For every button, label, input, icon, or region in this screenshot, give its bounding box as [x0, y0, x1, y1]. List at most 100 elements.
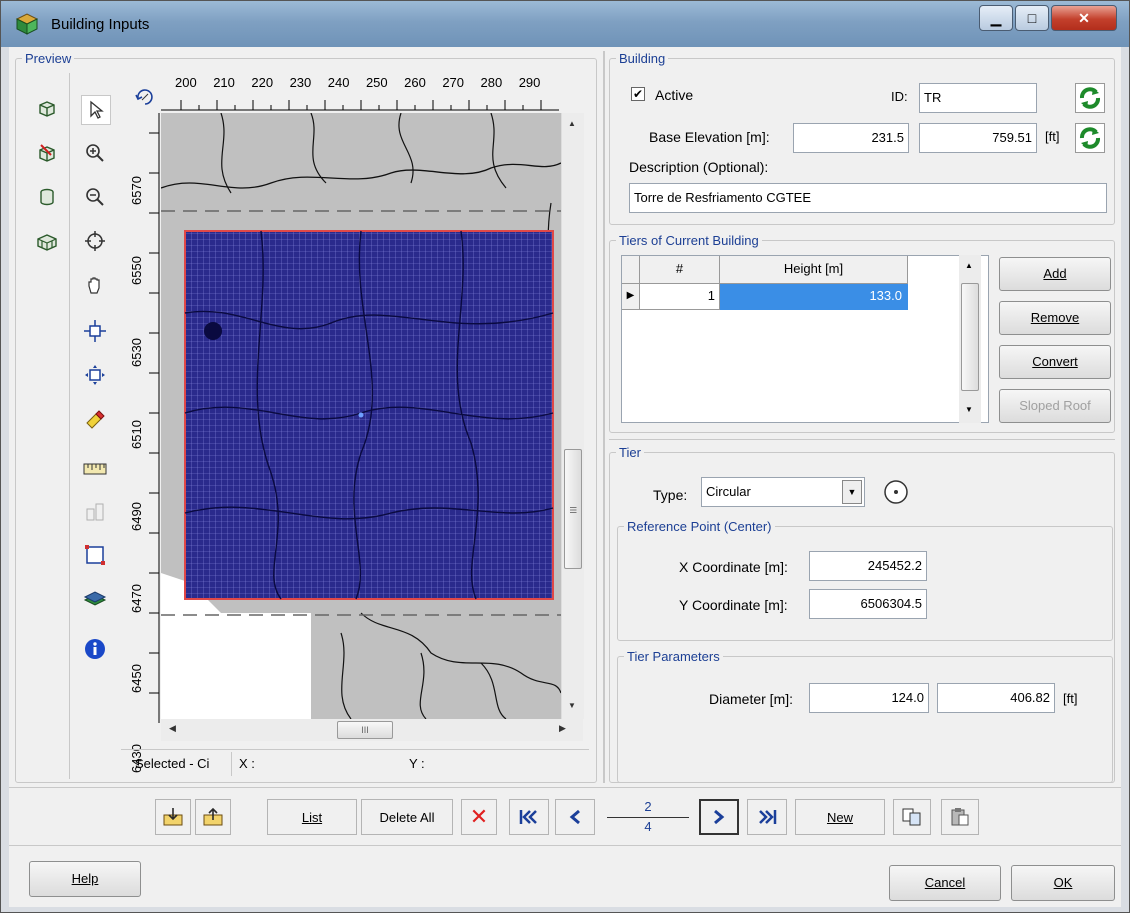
draw-rectangle-icon[interactable]: [81, 541, 109, 569]
previous-record-icon[interactable]: [555, 799, 595, 835]
y-tick-label: 6450: [129, 664, 144, 693]
map-canvas[interactable]: [161, 113, 561, 719]
app-icon: [15, 13, 39, 35]
base-elevation-m-field[interactable]: 231.5: [793, 123, 909, 153]
tier-legend: Tier: [619, 445, 641, 460]
y-tick-label: 6490: [129, 502, 144, 531]
tier-type-select[interactable]: Circular ▼: [701, 477, 865, 507]
resize-vertex-icon[interactable]: [81, 361, 109, 389]
zoom-in-icon[interactable]: [81, 139, 109, 167]
copy-icon[interactable]: [893, 799, 931, 835]
pointer-tool-icon[interactable]: [81, 95, 111, 125]
toolbar-divider: [69, 73, 70, 779]
preview-legend: Preview: [25, 51, 72, 66]
tier-row-height[interactable]: 133.0: [720, 284, 908, 310]
multi-tier-icon[interactable]: [33, 227, 61, 255]
x-tick-label: 220: [251, 75, 274, 90]
first-record-icon[interactable]: [509, 799, 549, 835]
sloped-roof-button: Sloped Roof: [999, 389, 1111, 423]
column-header-height[interactable]: Height [m]: [720, 256, 908, 284]
zoom-out-icon[interactable]: [81, 183, 109, 211]
scroll-right-arrow-icon[interactable]: ▶: [559, 723, 566, 734]
y-tick-label: 6530: [129, 338, 144, 367]
crosshair-icon[interactable]: [81, 227, 109, 255]
building-delete-icon[interactable]: [33, 139, 61, 167]
x-axis-ticks: [161, 100, 559, 111]
x-coordinate-field[interactable]: 245452.2: [809, 551, 927, 581]
description-field[interactable]: Torre de Resfriamento CGTEE: [629, 183, 1107, 213]
last-record-icon[interactable]: [747, 799, 787, 835]
scroll-up-arrow-icon[interactable]: ▲: [568, 119, 576, 128]
pan-hand-icon[interactable]: [81, 271, 109, 299]
eraser-icon[interactable]: [81, 405, 109, 433]
vertical-scroll-thumb[interactable]: III: [564, 449, 582, 569]
minimize-button[interactable]: ▁: [979, 5, 1013, 31]
x-tick-label: 210: [213, 75, 235, 90]
scroll-down-arrow-icon[interactable]: ▼: [568, 701, 576, 710]
refresh-elevation-icon[interactable]: [1075, 123, 1105, 153]
column-header-num[interactable]: #: [640, 256, 720, 284]
id-label: ID:: [891, 89, 908, 104]
delete-all-button[interactable]: Delete All: [361, 799, 453, 835]
align-building-icon: [81, 497, 109, 525]
export-icon[interactable]: [195, 799, 231, 835]
building-box-icon[interactable]: [33, 95, 61, 123]
base-elevation-ft-field[interactable]: 759.51: [919, 123, 1037, 153]
y-coordinate-label: Y Coordinate [m]:: [679, 597, 788, 613]
row-selector-arrow-icon[interactable]: ▶: [622, 284, 640, 310]
import-icon[interactable]: [155, 799, 191, 835]
title-bar[interactable]: Building Inputs ▁ □ ✕: [1, 1, 1129, 47]
map-vertical-scrollbar[interactable]: ▲ III ▼: [561, 113, 584, 719]
building-legend: Building: [619, 51, 666, 66]
paste-icon[interactable]: [941, 799, 979, 835]
tiers-scroll-thumb[interactable]: [961, 283, 979, 391]
status-y: Y :: [409, 756, 425, 771]
diameter-ft-unit: [ft]: [1063, 691, 1078, 706]
tiers-scroll-down-icon[interactable]: ▼: [965, 405, 973, 414]
tiers-table[interactable]: # Height [m] ▶ 1 133.0: [621, 255, 989, 423]
tier-row-num[interactable]: 1: [640, 284, 720, 310]
y-tick-label: 6510: [129, 420, 144, 449]
y-axis-ruler: 6570 6550 6530 6510 6490 6470 6450 6430: [121, 113, 161, 773]
help-button[interactable]: Help: [29, 861, 141, 897]
close-button[interactable]: ✕: [1051, 5, 1117, 31]
active-checkbox[interactable]: ✔: [631, 87, 645, 101]
cancel-button[interactable]: Cancel: [889, 865, 1001, 901]
record-current: 2: [644, 799, 652, 814]
x-tick-label: 290: [518, 75, 541, 90]
tier-parameters-group: Tier Parameters: [617, 649, 1113, 783]
add-tier-button[interactable]: Add: [999, 257, 1111, 291]
reset-view-icon[interactable]: [131, 83, 159, 111]
x-tick-label: 230: [289, 75, 312, 90]
ruler-icon[interactable]: [81, 455, 109, 483]
id-field[interactable]: TR: [919, 83, 1037, 113]
convert-tier-button[interactable]: Convert: [999, 345, 1111, 379]
horizontal-scroll-thumb[interactable]: III: [337, 721, 393, 739]
diameter-ft-field[interactable]: 406.82: [937, 683, 1055, 713]
map-horizontal-scrollbar[interactable]: ◀ III ▶: [161, 719, 583, 741]
next-record-icon[interactable]: [699, 799, 739, 835]
scroll-left-arrow-icon[interactable]: ◀: [169, 723, 176, 734]
refresh-id-icon[interactable]: [1075, 83, 1105, 113]
base-elevation-label: Base Elevation [m]:: [649, 129, 770, 145]
cylinder-icon[interactable]: [33, 183, 61, 211]
remove-tier-button[interactable]: Remove: [999, 301, 1111, 335]
delete-icon[interactable]: ✕: [461, 799, 497, 835]
list-button[interactable]: List: [267, 799, 357, 835]
info-icon[interactable]: [81, 635, 109, 663]
maximize-button[interactable]: □: [1015, 5, 1049, 31]
tiers-scroll-up-icon[interactable]: ▲: [965, 261, 973, 270]
x-tick-label: 280: [480, 75, 503, 90]
move-vertex-icon[interactable]: [81, 317, 109, 345]
new-button[interactable]: New: [795, 799, 885, 835]
tier-type-value: Circular: [706, 484, 751, 499]
layers-icon[interactable]: [81, 585, 109, 613]
diameter-m-field[interactable]: 124.0: [809, 683, 929, 713]
base-elevation-ft-unit: [ft]: [1045, 129, 1060, 144]
y-coordinate-field[interactable]: 6506304.5: [809, 589, 927, 619]
reference-point-legend: Reference Point (Center): [627, 519, 772, 534]
ok-button[interactable]: OK: [1011, 865, 1115, 901]
tiers-scrollbar[interactable]: ▲ ▼: [959, 255, 981, 423]
window-title: Building Inputs: [51, 16, 150, 33]
chevron-down-icon[interactable]: ▼: [842, 480, 862, 504]
